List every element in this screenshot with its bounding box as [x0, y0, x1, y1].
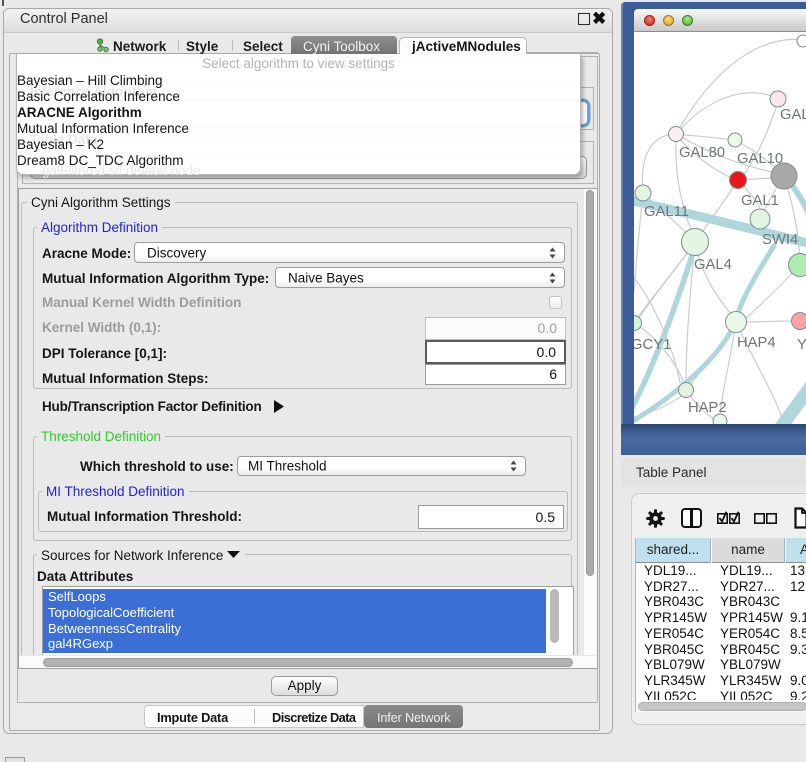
svg-text:GAL10: GAL10	[737, 151, 783, 167]
svg-text:HAP4: HAP4	[737, 335, 776, 351]
svg-text:SWI4: SWI4	[762, 232, 798, 248]
svg-text:GCY1: GCY1	[634, 337, 671, 353]
svg-text:GAL7: GAL7	[780, 107, 806, 123]
svg-text:Y: Y	[797, 337, 806, 353]
svg-text:HAP2: HAP2	[688, 400, 727, 416]
svg-text:GAL11: GAL11	[644, 204, 689, 220]
svg-text:GAL80: GAL80	[679, 145, 725, 161]
svg-text:GAL1: GAL1	[741, 193, 779, 209]
svg-text:GAL4: GAL4	[694, 257, 732, 273]
